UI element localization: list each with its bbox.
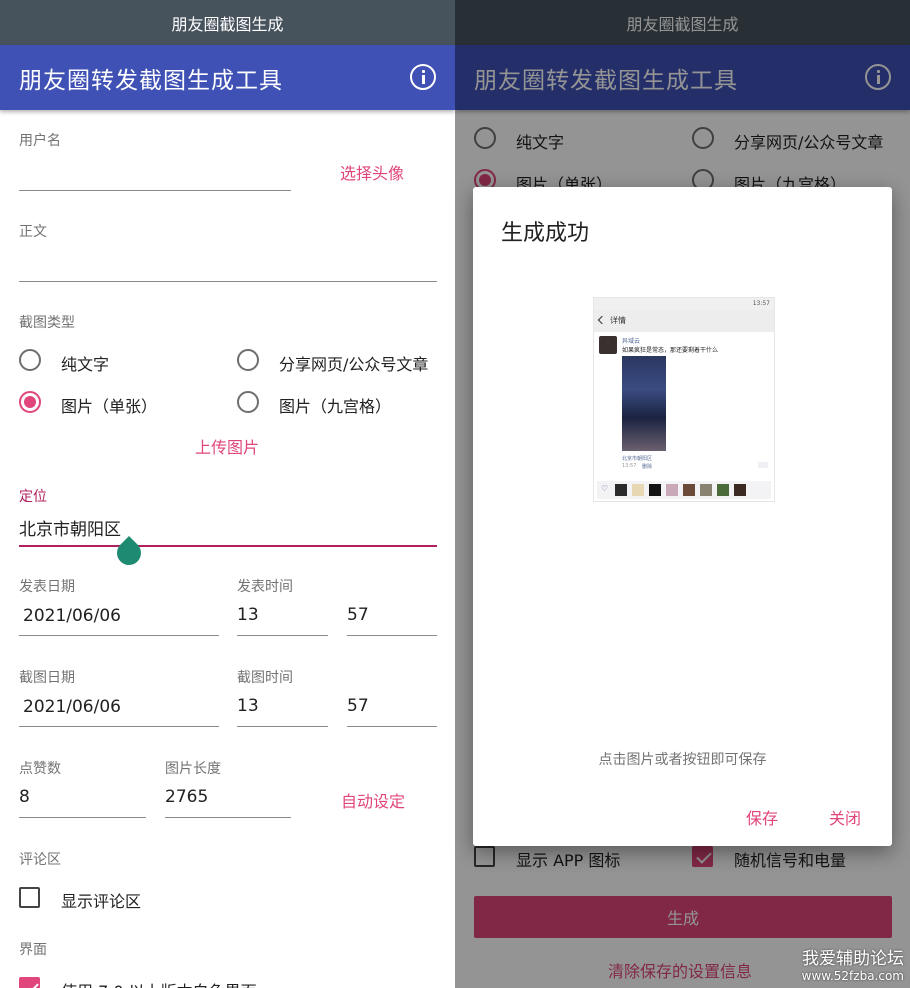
shot-time-label: 截图时间 xyxy=(237,670,293,686)
shot-minute-input[interactable]: 57 xyxy=(347,696,369,716)
dialog-title: 生成成功 xyxy=(501,221,590,246)
white-ui-label: 使用 7.0 以上版本白色界面 xyxy=(61,978,257,988)
like-avatar xyxy=(632,484,644,496)
body-label: 正文 xyxy=(19,224,47,240)
show-comments-checkbox[interactable] xyxy=(19,887,40,908)
shot-date-label: 截图日期 xyxy=(19,670,75,686)
location-label: 定位 xyxy=(19,489,47,505)
save-button[interactable]: 保存 xyxy=(746,805,778,829)
result-screen: 朋友圈截图生成 朋友圈转发截图生成工具 纯文字 分享网页/公众号文章 图片（单张… xyxy=(455,0,910,988)
location-underline xyxy=(19,545,437,547)
like-avatar xyxy=(700,484,712,496)
watermark-line2: www.52fzba.com xyxy=(801,969,904,983)
location-input[interactable]: 北京市朝阳区 xyxy=(19,515,121,540)
preview-header: 详情 xyxy=(594,310,774,332)
preview-header-title: 详情 xyxy=(610,316,626,325)
image-length-label: 图片长度 xyxy=(165,761,221,777)
like-avatar xyxy=(666,484,678,496)
post-hour-input[interactable]: 13 xyxy=(237,605,259,625)
radio-text-only-label: 纯文字 xyxy=(61,355,110,374)
watermark: 我爱辅助论坛 www.52fzba.com xyxy=(802,944,904,983)
image-length-underline xyxy=(165,817,291,818)
radio-nine-grid-label: 图片（九宫格） xyxy=(279,397,392,416)
username-input[interactable] xyxy=(19,190,291,191)
show-comments-label: 显示评论区 xyxy=(61,892,142,911)
body-input[interactable] xyxy=(19,281,437,282)
shot-minute-underline xyxy=(347,726,437,727)
preview-post-text: 如果疯狂是常态，那还要剩着干什么 xyxy=(622,347,719,354)
shot-date-input[interactable]: 2021/06/06 xyxy=(23,697,121,717)
shot-hour-input[interactable]: 13 xyxy=(237,696,259,716)
preview-delete: 删除 xyxy=(642,464,653,470)
preview-time: 13:57 xyxy=(622,463,637,469)
like-avatar xyxy=(683,484,695,496)
radio-share-article-label: 分享网页/公众号文章 xyxy=(279,355,429,374)
close-button[interactable]: 关闭 xyxy=(829,805,861,829)
preview-username: 异域云 xyxy=(622,338,641,345)
like-avatar xyxy=(734,484,746,496)
preview-location: 北京市朝阳区 xyxy=(622,456,653,462)
avatar xyxy=(599,336,617,354)
preview-likes-row: ♡ xyxy=(597,481,771,499)
post-hour-underline xyxy=(237,635,328,636)
info-icon[interactable] xyxy=(410,64,436,90)
screenshot-preview[interactable]: 13:57 详情 异域云 如果疯狂是常态，那还要剩着干什么 北京市朝阳区 13:… xyxy=(593,297,775,502)
preview-status-time: 13:57 xyxy=(752,300,770,307)
username-label: 用户名 xyxy=(19,133,61,149)
heart-icon: ♡ xyxy=(601,484,609,493)
post-minute-input[interactable]: 57 xyxy=(347,605,369,625)
post-minute-underline xyxy=(347,635,437,636)
radio-single-image-label: 图片（单张） xyxy=(61,397,158,416)
radio-single-image[interactable] xyxy=(19,391,41,413)
interface-label: 界面 xyxy=(19,942,47,958)
type-label: 截图类型 xyxy=(19,315,75,331)
upload-image-button[interactable]: 上传图片 xyxy=(195,434,259,458)
likes-input[interactable]: 8 xyxy=(19,787,30,807)
post-date-label: 发表日期 xyxy=(19,579,75,595)
post-time-label: 发表时间 xyxy=(237,579,293,595)
text-cursor-handle[interactable] xyxy=(112,536,146,570)
comment-section-label: 评论区 xyxy=(19,852,61,868)
shot-date-underline xyxy=(19,726,219,727)
app-title: 朋友圈转发截图生成工具 xyxy=(19,68,283,94)
preview-status-bar: 13:57 xyxy=(594,298,774,310)
post-date-input[interactable]: 2021/06/06 xyxy=(23,606,121,626)
status-bar-title: 朋友圈截图生成 xyxy=(171,14,284,34)
form-screen: 朋友圈截图生成 朋友圈转发截图生成工具 用户名 选择头像 正文 截图类型 纯文字… xyxy=(0,0,455,988)
more-icon xyxy=(758,462,768,468)
shot-hour-underline xyxy=(237,726,328,727)
choose-avatar-button[interactable]: 选择头像 xyxy=(340,160,404,184)
radio-nine-grid[interactable] xyxy=(237,391,259,413)
dialog-hint: 点击图片或者按钮即可保存 xyxy=(598,752,767,768)
preview-post-image xyxy=(622,356,666,451)
post-date-underline xyxy=(19,635,219,636)
success-dialog: 生成成功 13:57 详情 异域云 如果疯狂是常态，那还要剩着干什么 北京市朝阳… xyxy=(473,187,892,846)
like-avatar xyxy=(615,484,627,496)
like-avatar xyxy=(717,484,729,496)
image-length-input[interactable]: 2765 xyxy=(165,787,208,807)
like-avatar xyxy=(649,484,661,496)
app-bar: 朋友圈转发截图生成工具 xyxy=(0,45,455,110)
white-ui-checkbox[interactable] xyxy=(19,977,40,988)
auto-set-button[interactable]: 自动设定 xyxy=(341,788,405,812)
likes-label: 点赞数 xyxy=(19,761,61,777)
likes-underline xyxy=(19,817,146,818)
status-bar: 朋友圈截图生成 xyxy=(0,0,455,45)
watermark-line1: 我爱辅助论坛 xyxy=(802,949,904,969)
radio-text-only[interactable] xyxy=(19,349,41,371)
radio-share-article[interactable] xyxy=(237,349,259,371)
